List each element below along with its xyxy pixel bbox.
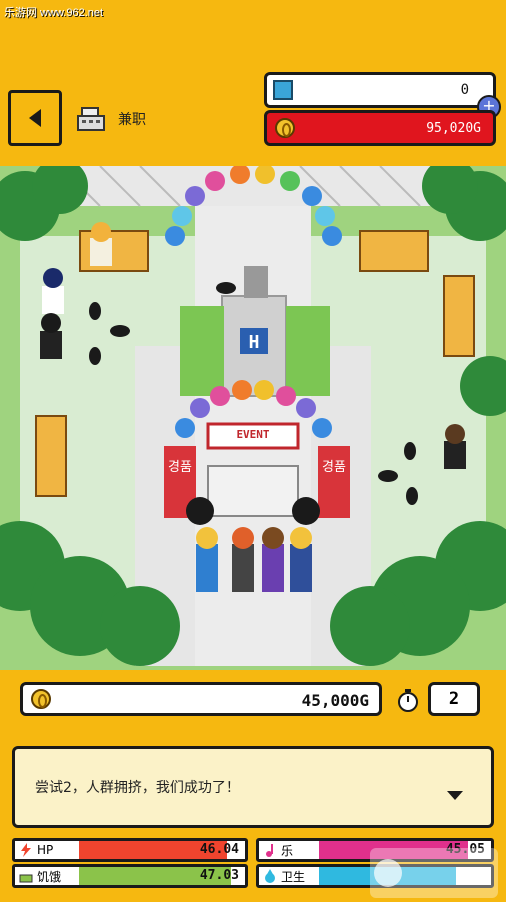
hunger-stat: 饥饿 47.03	[12, 864, 248, 888]
coin-icon	[275, 118, 295, 138]
site-watermark: 乐游网 www.962.net	[4, 7, 104, 19]
hp-value: 46.04	[199, 842, 239, 857]
hp-label-box: HP	[15, 841, 79, 859]
droplet-icon	[265, 869, 275, 883]
prize-banner-right: 경품	[322, 460, 346, 475]
dialog-text: 尝试2，人群拥挤，我们成功了！	[35, 780, 240, 796]
earnings-counter: 45,000G	[20, 682, 382, 716]
back-arrow-icon	[29, 109, 41, 127]
timer-value: 2	[428, 682, 480, 716]
gem-value: 0	[460, 82, 469, 98]
prize-banner-left: 경품	[168, 460, 192, 475]
lightning-icon	[21, 843, 31, 857]
coin-icon	[31, 689, 51, 709]
fun-label: 乐	[281, 843, 294, 858]
game-scene[interactable]: H EVENT 경품 경품	[0, 166, 506, 670]
event-sign: EVENT	[236, 428, 270, 441]
hygiene-label: 卫生	[281, 869, 306, 884]
earnings-value: 45,000G	[301, 691, 369, 710]
stopwatch-icon	[398, 689, 418, 712]
job-label[interactable]: 兼职	[118, 109, 146, 129]
hygiene-label-box: 卫生	[259, 867, 319, 885]
fun-label-box: 乐	[259, 841, 319, 859]
park-scene-illustration: H	[0, 166, 506, 670]
gold-counter: 95,020G	[264, 110, 496, 146]
hp-stat: HP 46.04	[12, 838, 248, 862]
music-note-icon	[266, 844, 273, 857]
back-button[interactable]	[8, 90, 62, 146]
dialog-box[interactable]: 尝试2，人群拥挤，我们成功了！	[12, 746, 494, 828]
hunger-label: 饥饿	[37, 869, 62, 884]
cash-register-icon	[77, 107, 105, 131]
gem-counter: 0	[264, 72, 496, 108]
svg-text:H: H	[249, 332, 260, 353]
hunger-label-box: 饥饿	[15, 867, 79, 885]
bowl-icon	[19, 874, 33, 883]
site-logo-watermark	[370, 848, 498, 898]
hp-label: HP	[37, 843, 54, 857]
next-arrow-icon[interactable]	[447, 791, 463, 800]
site-logo-icon	[370, 848, 498, 898]
gold-value: 95,020G	[426, 121, 481, 136]
gem-icon	[273, 80, 293, 100]
hunger-value: 47.03	[199, 868, 239, 883]
